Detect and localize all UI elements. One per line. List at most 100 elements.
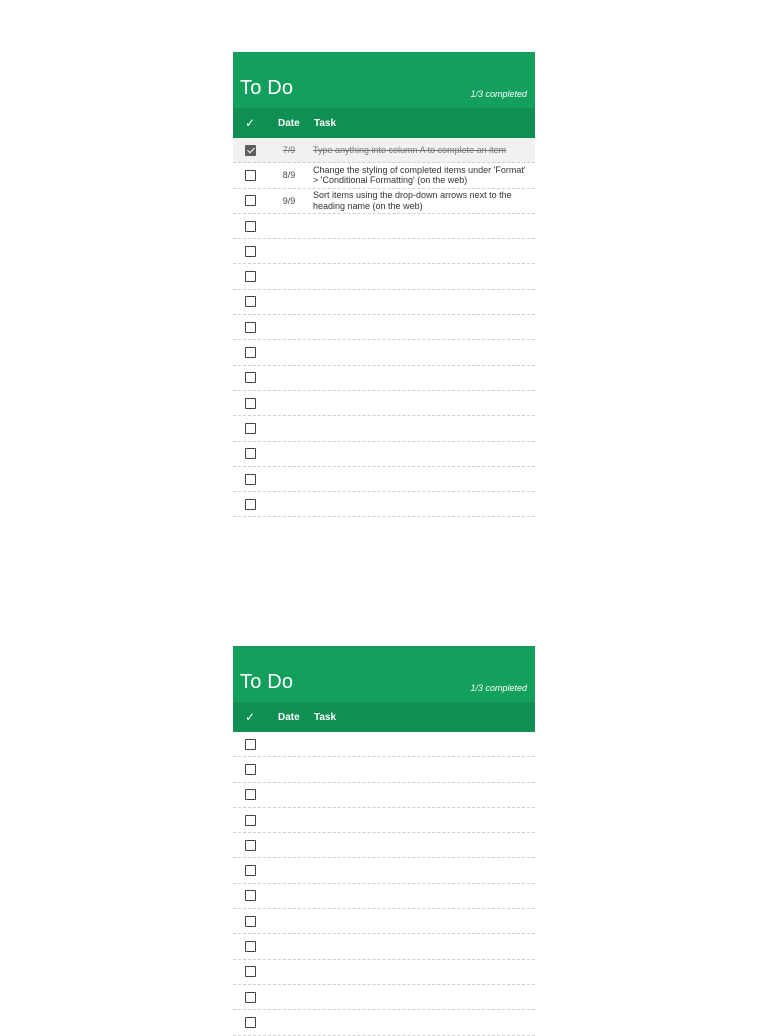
checkbox-icon[interactable] — [244, 865, 256, 877]
task-checkbox-cell[interactable] — [233, 814, 267, 826]
checkbox-icon[interactable] — [244, 738, 256, 750]
sheet-header: To Do 1/3 completed — [233, 646, 535, 702]
checkbox-icon[interactable] — [244, 169, 256, 181]
checkbox-icon[interactable] — [244, 397, 256, 409]
column-header-date[interactable]: Date — [267, 118, 313, 129]
task-row — [233, 833, 535, 859]
checkbox-icon[interactable] — [244, 1016, 256, 1028]
column-header-check[interactable]: ✓ — [233, 116, 267, 130]
task-date-cell[interactable]: 9/9 — [267, 196, 313, 206]
task-checkbox-cell[interactable] — [233, 865, 267, 877]
task-row — [233, 366, 535, 391]
task-checkbox-cell[interactable] — [233, 890, 267, 902]
task-row — [233, 340, 535, 366]
task-checkbox-cell[interactable] — [233, 738, 267, 750]
column-header-date[interactable]: Date — [267, 712, 313, 723]
checkbox-icon[interactable] — [244, 915, 256, 927]
task-checkbox-cell[interactable] — [233, 271, 267, 283]
task-checkbox-cell[interactable] — [233, 195, 267, 207]
task-checkbox-cell[interactable] — [233, 296, 267, 308]
task-checkbox-cell[interactable] — [233, 372, 267, 384]
task-row — [233, 442, 535, 467]
task-row: 7/9 Type anything into column A to comple… — [233, 138, 535, 164]
task-checkbox-cell[interactable] — [233, 220, 267, 232]
checkbox-icon[interactable] — [244, 220, 256, 232]
checkbox-icon[interactable] — [244, 941, 256, 953]
task-checkbox-cell[interactable] — [233, 1016, 267, 1028]
checkbox-icon[interactable] — [244, 763, 256, 775]
checked-checkbox-icon[interactable] — [244, 144, 256, 156]
checkbox-icon[interactable] — [244, 991, 256, 1003]
task-checkbox-cell[interactable] — [233, 422, 267, 434]
task-row — [233, 909, 535, 935]
checkbox-icon[interactable] — [244, 814, 256, 826]
checkbox-icon[interactable] — [244, 347, 256, 359]
task-checkbox-cell[interactable] — [233, 144, 267, 156]
task-row — [233, 858, 535, 884]
task-row — [233, 985, 535, 1011]
task-row — [233, 467, 535, 493]
checkbox-icon[interactable] — [244, 296, 256, 308]
task-row — [233, 492, 535, 518]
task-checkbox-cell[interactable] — [233, 347, 267, 359]
task-row — [233, 783, 535, 808]
checkbox-icon[interactable] — [244, 473, 256, 485]
task-checkbox-cell[interactable] — [233, 169, 267, 181]
checkbox-icon[interactable] — [244, 839, 256, 851]
checkbox-icon[interactable] — [244, 789, 256, 801]
task-row — [233, 315, 535, 341]
completion-status: 1/3 completed — [470, 683, 527, 693]
task-date-cell[interactable]: 7/9 — [267, 145, 313, 155]
checkbox-icon[interactable] — [244, 890, 256, 902]
checkbox-icon[interactable] — [244, 966, 256, 978]
task-checkbox-cell[interactable] — [233, 448, 267, 460]
column-header-check[interactable]: ✓ — [233, 710, 267, 724]
task-checkbox-cell[interactable] — [233, 941, 267, 953]
task-row: 8/9 Change the styling of completed items… — [233, 163, 535, 189]
sheet-title: To Do — [240, 77, 294, 99]
task-row — [233, 290, 535, 316]
sheet-header: To Do 1/3 completed — [233, 52, 535, 108]
task-date-cell[interactable]: 8/9 — [267, 170, 313, 180]
task-row — [233, 1010, 535, 1036]
task-row — [233, 808, 535, 834]
checkbox-icon[interactable] — [244, 271, 256, 283]
task-checkbox-cell[interactable] — [233, 915, 267, 927]
checkbox-icon[interactable] — [244, 498, 256, 510]
task-row — [233, 416, 535, 442]
todo-sheet: To Do 1/3 completed ✓ Date Task 7/9 Type … — [233, 52, 535, 518]
task-list — [233, 732, 535, 1036]
task-checkbox-cell[interactable] — [233, 245, 267, 257]
task-row — [233, 239, 535, 265]
task-text-cell[interactable]: Type anything into column A to complete … — [313, 145, 535, 156]
task-text-cell[interactable]: Change the styling of completed items un… — [313, 165, 535, 186]
task-row — [233, 757, 535, 783]
task-row — [233, 264, 535, 290]
checkbox-icon[interactable] — [244, 372, 256, 384]
checkbox-icon[interactable] — [244, 195, 256, 207]
checkbox-icon[interactable] — [244, 422, 256, 434]
task-row — [233, 934, 535, 960]
checkbox-icon[interactable] — [244, 245, 256, 257]
task-checkbox-cell[interactable] — [233, 473, 267, 485]
checkbox-icon[interactable] — [244, 448, 256, 460]
column-header-task[interactable]: Task — [313, 118, 535, 129]
task-checkbox-cell[interactable] — [233, 966, 267, 978]
task-row — [233, 732, 535, 758]
task-checkbox-cell[interactable] — [233, 839, 267, 851]
column-header-row: ✓ Date Task — [233, 108, 535, 138]
task-checkbox-cell[interactable] — [233, 321, 267, 333]
task-row — [233, 884, 535, 910]
task-checkbox-cell[interactable] — [233, 991, 267, 1003]
completion-status: 1/3 completed — [470, 89, 527, 99]
checkbox-icon[interactable] — [244, 321, 256, 333]
task-checkbox-cell[interactable] — [233, 789, 267, 801]
task-text-cell[interactable]: Sort items using the drop-down arrows ne… — [313, 190, 535, 211]
task-row: 9/9 Sort items using the drop-down arrows… — [233, 189, 535, 214]
task-checkbox-cell[interactable] — [233, 397, 267, 409]
sheet-title: To Do — [240, 671, 294, 693]
task-checkbox-cell[interactable] — [233, 498, 267, 510]
column-header-row: ✓ Date Task — [233, 702, 535, 732]
column-header-task[interactable]: Task — [313, 712, 535, 723]
task-checkbox-cell[interactable] — [233, 763, 267, 775]
